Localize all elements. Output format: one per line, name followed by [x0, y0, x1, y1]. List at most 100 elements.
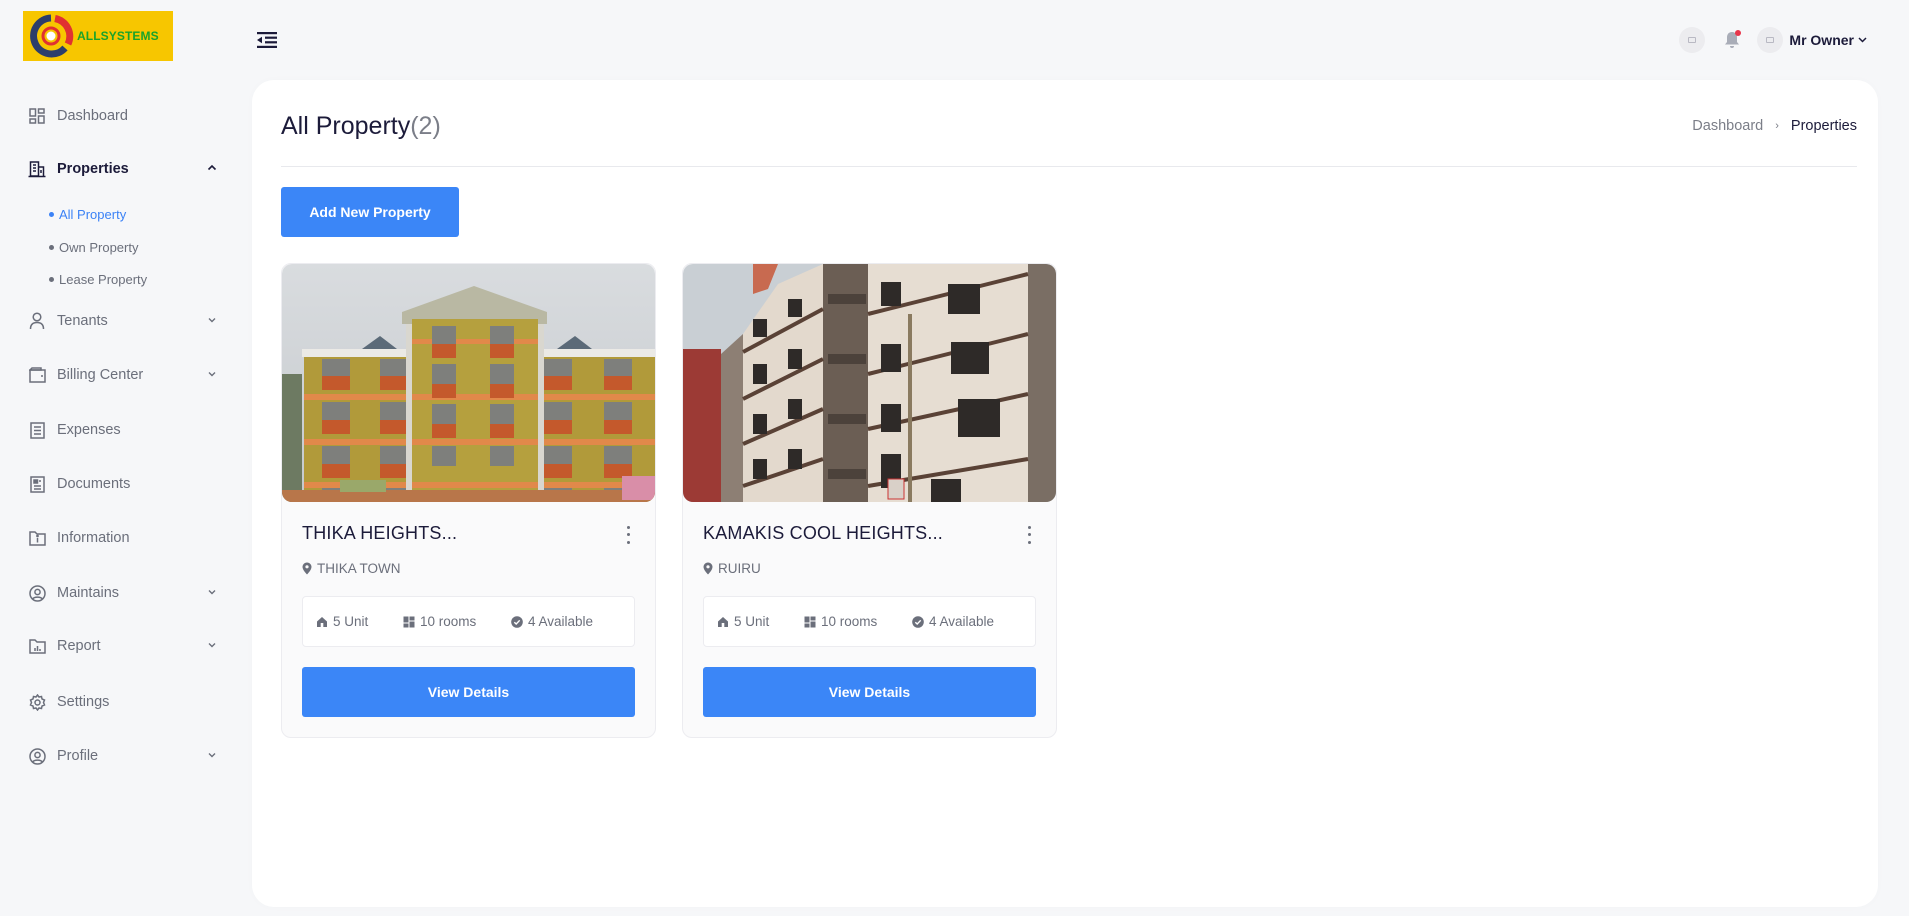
view-details-button[interactable]: View Details — [302, 667, 635, 717]
sidebar-item-label: Profile — [57, 748, 99, 764]
sidebar-subitem-label: Lease Property — [59, 271, 148, 287]
sidebar-subitem-lease-property[interactable]: Lease Property — [49, 268, 147, 290]
collapse-menu-icon — [257, 32, 277, 48]
sidebar-item-profile[interactable]: Profile — [28, 741, 218, 771]
receipt-icon — [28, 421, 46, 439]
document-icon — [28, 475, 46, 493]
bullet-icon — [49, 244, 54, 250]
gear-icon — [28, 693, 46, 711]
property-location: THIKA TOWN — [302, 561, 401, 576]
sidebar-item-label: Dashboard — [57, 108, 128, 124]
chevron-down-icon — [208, 753, 216, 758]
brand-logo[interactable]: ALLSYSTEMS — [23, 11, 173, 61]
dashboard-icon — [28, 107, 46, 125]
property-image[interactable] — [282, 264, 655, 502]
notifications-button[interactable] — [1721, 29, 1743, 51]
property-location: RUIRU — [703, 561, 761, 576]
breadcrumb: Dashboard › Properties — [1692, 118, 1857, 134]
sidebar-item-documents[interactable]: Documents — [28, 469, 218, 499]
bullet-icon — [49, 211, 54, 217]
grid-icon — [804, 616, 816, 627]
sidebar-item-report[interactable]: Report — [28, 631, 218, 661]
location-text: THIKA TOWN — [317, 561, 401, 576]
language-button[interactable] — [1679, 27, 1706, 53]
wallet-icon — [28, 366, 46, 384]
user-menu[interactable]: Mr Owner — [1757, 27, 1867, 53]
page-title-text: All Property — [281, 112, 411, 140]
avatar — [1757, 27, 1784, 53]
sidebar-item-maintains[interactable]: Maintains — [28, 578, 218, 608]
property-name[interactable]: KAMAKIS COOL HEIGHTS... — [703, 523, 943, 544]
kebab-dot-icon — [626, 533, 630, 537]
map-pin-icon — [302, 562, 312, 575]
avatar-image-icon — [1766, 37, 1775, 43]
sidebar-item-label: Report — [57, 638, 101, 654]
sidebar-toggle-button[interactable] — [256, 30, 278, 50]
check-circle-icon — [511, 615, 523, 628]
notification-badge — [1735, 30, 1742, 36]
user-circle-icon — [28, 584, 46, 602]
property-card: THIKA HEIGHTS... THIKA TOWN 5 Unit 10 ro… — [281, 263, 656, 738]
report-icon — [28, 637, 46, 655]
main-content: All Property(2) Dashboard › Properties A… — [252, 80, 1878, 907]
property-image[interactable] — [683, 264, 1056, 502]
stat-available: 4 Available — [511, 614, 593, 629]
map-pin-icon — [703, 562, 713, 575]
check-circle-icon — [912, 615, 924, 628]
sidebar-item-label: Billing Center — [57, 367, 144, 383]
units-text: 5 Unit — [333, 614, 369, 629]
stat-available: 4 Available — [912, 614, 994, 629]
rooms-text: 10 rooms — [821, 614, 878, 629]
breadcrumb-separator-icon: › — [1775, 120, 1779, 132]
units-text: 5 Unit — [734, 614, 770, 629]
home-icon — [718, 616, 728, 627]
sidebar-item-expenses[interactable]: Expenses — [28, 415, 218, 445]
view-details-button[interactable]: View Details — [703, 667, 1036, 717]
breadcrumb-dashboard-link[interactable]: Dashboard — [1692, 118, 1763, 134]
sidebar-item-dashboard[interactable]: Dashboard — [28, 101, 218, 131]
sidebar-item-tenants[interactable]: Tenants — [28, 306, 218, 336]
more-options-button[interactable] — [1024, 524, 1034, 546]
chevron-down-icon — [208, 643, 216, 648]
brand-name: ALLSYSTEMS — [77, 29, 159, 43]
sidebar-item-billing-center[interactable]: Billing Center — [28, 360, 218, 390]
bullet-icon — [49, 276, 54, 282]
sidebar-subitem-all-property[interactable]: All Property — [49, 203, 126, 225]
rooms-text: 10 rooms — [420, 614, 477, 629]
kebab-dot-icon — [1027, 533, 1031, 537]
chevron-down-icon — [208, 590, 216, 595]
logo-mark-icon — [27, 14, 75, 58]
available-text: 4 Available — [929, 614, 995, 629]
kebab-dot-icon — [626, 526, 630, 530]
sidebar-item-label: Information — [57, 530, 130, 546]
more-options-button[interactable] — [623, 524, 633, 546]
stat-units: 5 Unit — [717, 614, 804, 629]
sidebar-item-label: Properties — [57, 161, 129, 177]
stat-rooms: 10 rooms — [804, 614, 912, 629]
stat-rooms: 10 rooms — [403, 614, 511, 629]
kebab-dot-icon — [1027, 526, 1031, 530]
add-new-property-button[interactable]: Add New Property — [281, 187, 459, 237]
sidebar-item-settings[interactable]: Settings — [28, 687, 218, 717]
sidebar-subitem-own-property[interactable]: Own Property — [49, 236, 138, 258]
kebab-dot-icon — [1027, 540, 1031, 544]
property-stats: 5 Unit 10 rooms 4 Available — [703, 596, 1036, 647]
breadcrumb-current: Properties — [1790, 118, 1857, 134]
sidebar-subitem-label: Own Property — [59, 239, 139, 255]
header-divider — [281, 166, 1857, 167]
property-name[interactable]: THIKA HEIGHTS... — [302, 523, 457, 544]
chevron-down-icon — [208, 372, 216, 377]
home-icon — [317, 616, 327, 627]
user-name: Mr Owner — [1789, 32, 1854, 48]
flag-image-icon — [1688, 37, 1697, 43]
chevron-up-icon — [207, 164, 217, 171]
sidebar-item-information[interactable]: Information — [28, 523, 218, 553]
available-text: 4 Available — [528, 614, 594, 629]
sidebar-subitem-label: All Property — [59, 206, 127, 222]
sidebar-item-label: Maintains — [57, 585, 120, 601]
topbar-actions: Mr Owner — [1679, 24, 1867, 56]
profile-icon — [28, 747, 46, 765]
sidebar-item-properties[interactable]: Properties — [28, 154, 218, 184]
kebab-dot-icon — [626, 540, 630, 544]
location-text: RUIRU — [718, 561, 761, 576]
